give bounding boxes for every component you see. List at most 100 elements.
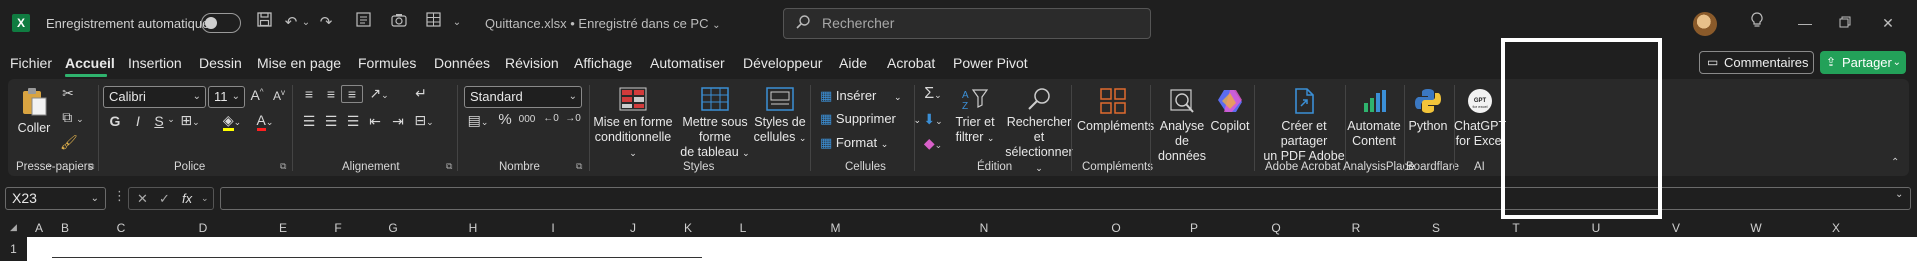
file-title[interactable]: Quittance.xlsx • Enregistré dans ce PC ⌄ (485, 16, 721, 31)
column-header[interactable]: R (1316, 219, 1396, 237)
font-launcher-icon[interactable]: ⧉ (280, 161, 286, 172)
copilot-button[interactable]: Copilot (1208, 87, 1252, 134)
fill-icon[interactable]: ⬇⌄ (920, 111, 946, 128)
column-header[interactable]: L (703, 219, 783, 237)
column-header[interactable]: S (1396, 219, 1476, 237)
copy-icon[interactable]: ⧉ ⌄ (58, 109, 88, 126)
number-format-select[interactable]: Standard ⌄ (464, 86, 582, 108)
redo-icon[interactable]: ↷ (316, 12, 336, 34)
search-input[interactable] (822, 15, 1122, 31)
tab-accueil[interactable]: Accueil (65, 55, 115, 71)
column-header[interactable]: F (323, 219, 353, 237)
column-header[interactable]: B (51, 219, 79, 237)
select-all-icon[interactable]: ◢ (10, 222, 17, 233)
increase-font-icon[interactable]: A^ (248, 87, 266, 103)
align-center-icon[interactable]: ☰ (321, 113, 341, 130)
analyze-data-button[interactable]: Analyse de données (1154, 87, 1210, 164)
column-header[interactable]: P (1152, 219, 1236, 237)
lightbulb-icon[interactable] (1742, 12, 1772, 34)
borders-icon[interactable]: ⊞⌄ (180, 112, 200, 129)
collapse-ribbon-icon[interactable]: ⌃ (1891, 157, 1899, 168)
column-header[interactable]: T (1476, 219, 1556, 237)
restore-icon[interactable] (1830, 12, 1860, 34)
sort-filter-button[interactable]: AZ Trier et filtrer ⌄ (952, 87, 998, 146)
wrap-text-icon[interactable]: ↵ (411, 85, 431, 102)
tab-formules[interactable]: Formules (358, 55, 416, 71)
alignment-launcher-icon[interactable]: ⧉ (446, 161, 452, 172)
conditional-formatting-button[interactable]: Mise en forme conditionnelle ⌄ (593, 87, 673, 161)
column-header[interactable]: G (353, 219, 433, 237)
bold-button[interactable]: G (108, 113, 122, 129)
align-top-icon[interactable]: ≡ (299, 86, 319, 102)
automate-content-button[interactable]: Automate Content (1344, 87, 1404, 149)
fill-color-icon[interactable]: ◈⌄ (220, 112, 244, 131)
autosave-toggle[interactable] (201, 13, 241, 33)
font-size-select[interactable]: 11 ⌄ (208, 86, 245, 108)
column-header[interactable]: W (1716, 219, 1796, 237)
align-middle-icon[interactable]: ≡ (321, 86, 341, 102)
autosum-icon[interactable]: Σ⌄ (920, 85, 946, 103)
paste-button[interactable]: Coller (14, 87, 54, 136)
insert-cells-button[interactable]: ▦ Insérer ⌄ (820, 88, 902, 104)
tab-acrobat[interactable]: Acrobat (887, 55, 935, 71)
align-bottom-icon[interactable]: ≡ (341, 85, 363, 103)
cell-styles-button[interactable]: Styles de cellules ⌄ (753, 87, 807, 146)
table-icon[interactable] (423, 12, 443, 34)
avatar[interactable] (1693, 12, 1717, 36)
tab-aide[interactable]: Aide (839, 55, 867, 71)
column-header[interactable]: I (513, 219, 593, 237)
tab-insertion[interactable]: Insertion (128, 55, 182, 71)
tab-mise-en-page[interactable]: Mise en page (257, 55, 341, 71)
column-header[interactable]: E (243, 219, 323, 237)
search-box[interactable] (783, 8, 1151, 39)
column-header[interactable]: O (1080, 219, 1152, 237)
column-header[interactable]: J (593, 219, 673, 237)
python-button[interactable]: Python (1406, 87, 1450, 134)
tab-dessin[interactable]: Dessin (199, 55, 242, 71)
column-header[interactable]: H (433, 219, 513, 237)
save-icon[interactable] (254, 12, 274, 34)
decrease-decimal-icon[interactable]: →0 (564, 113, 582, 124)
minimize-icon[interactable]: — (1790, 12, 1820, 34)
accounting-format-icon[interactable]: ▤⌄ (464, 112, 492, 129)
tab-affichage[interactable]: Affichage (574, 55, 632, 71)
underline-button[interactable]: S (152, 113, 166, 129)
number-launcher-icon[interactable]: ⧉ (576, 161, 582, 172)
column-header[interactable]: Q (1236, 219, 1316, 237)
column-header[interactable]: N (888, 219, 1080, 237)
tab-revision[interactable]: Révision (505, 55, 559, 71)
column-header[interactable]: V (1636, 219, 1716, 237)
column-header[interactable]: A (27, 219, 51, 237)
italic-button[interactable]: I (131, 113, 145, 129)
format-as-table-button[interactable]: Mettre sous forme de tableau ⌄ (672, 87, 758, 161)
merge-center-icon[interactable]: ⊟⌄ (411, 112, 437, 129)
decrease-indent-icon[interactable]: ⇤ (365, 113, 385, 130)
column-header[interactable]: D (163, 219, 243, 237)
column-header[interactable]: M (783, 219, 888, 237)
decrease-font-icon[interactable]: Av (270, 88, 288, 103)
print-preview-icon[interactable] (353, 12, 373, 34)
camera-icon[interactable] (389, 12, 409, 34)
name-box[interactable]: X23 ⌄ (5, 187, 106, 210)
create-pdf-button[interactable]: Créer et partager un PDF Adobe (1260, 87, 1348, 164)
tab-donnees[interactable]: Données (434, 55, 490, 71)
orientation-icon[interactable]: ↗⌄ (366, 85, 392, 102)
format-painter-icon[interactable]: 🖌 (60, 134, 78, 151)
clear-icon[interactable]: ◆⌄ (920, 135, 946, 152)
percent-button[interactable]: % (497, 111, 513, 128)
cancel-icon[interactable]: ✕ (137, 188, 148, 209)
comments-button[interactable]: ▭ Commentaires (1699, 51, 1814, 74)
share-button[interactable]: ⇪ Partager ⌄ (1820, 51, 1906, 74)
tab-developpeur[interactable]: Développeur (743, 55, 822, 71)
format-cells-button[interactable]: ▦ Format ⌄ (820, 135, 888, 151)
delete-cells-button[interactable]: ▦ Supprimer ⌄ (820, 111, 921, 127)
row-header[interactable]: 1 (0, 237, 27, 261)
font-name-select[interactable]: Calibri ⌄ (103, 86, 206, 108)
tab-power-pivot[interactable]: Power Pivot (953, 55, 1028, 71)
addins-button[interactable]: Compléments (1077, 87, 1154, 134)
increase-indent-icon[interactable]: ⇥ (388, 113, 408, 130)
align-right-icon[interactable]: ☰ (343, 113, 363, 130)
formula-bar-grip-icon[interactable]: ⋮ (113, 188, 126, 204)
cut-icon[interactable]: ✂ (60, 85, 76, 102)
column-header[interactable]: C (79, 219, 163, 237)
